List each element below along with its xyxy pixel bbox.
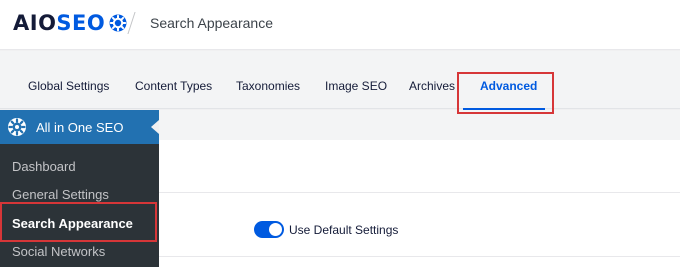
tab-taxonomies[interactable]: Taxonomies [236, 79, 300, 93]
wp-admin-sidebar: All in One SEO Dashboard General Setting… [0, 110, 159, 267]
content-header-band [159, 110, 680, 140]
aioseo-icon [8, 118, 26, 136]
tab-archives[interactable]: Archives [409, 79, 455, 93]
tab-image-seo[interactable]: Image SEO [325, 79, 387, 93]
logo-suffix: SEO [56, 11, 106, 35]
highlight-box-advanced-tab [457, 72, 554, 114]
sidebar-menu-title: All in One SEO [36, 120, 124, 135]
use-default-settings-toggle[interactable] [254, 221, 284, 238]
top-header: AIO SEO Search Appearance [0, 0, 680, 50]
header-divider [127, 12, 136, 34]
sidebar-item-social-networks[interactable]: Social Networks [12, 244, 105, 259]
gear-icon [109, 14, 127, 32]
sidebar-item-general-settings[interactable]: General Settings [12, 187, 109, 202]
logo-prefix: AIO [13, 11, 57, 35]
content-divider-bottom [159, 256, 680, 257]
toggle-knob [269, 223, 282, 236]
content-divider [159, 192, 680, 193]
settings-tabs: Global Settings Content Types Taxonomies… [0, 51, 680, 110]
aioseo-logo: AIO SEO [13, 10, 128, 36]
highlight-box-search-appearance [0, 202, 157, 242]
tab-content-types[interactable]: Content Types [135, 79, 212, 93]
toggle-label: Use Default Settings [289, 223, 399, 237]
page-title: Search Appearance [150, 15, 273, 31]
tab-global-settings[interactable]: Global Settings [28, 79, 109, 93]
sidebar-item-all-in-one-seo[interactable]: All in One SEO [0, 110, 159, 144]
main-content: Use Default Settings [159, 110, 680, 267]
current-menu-arrow [151, 120, 159, 134]
sidebar-item-dashboard[interactable]: Dashboard [12, 159, 76, 174]
